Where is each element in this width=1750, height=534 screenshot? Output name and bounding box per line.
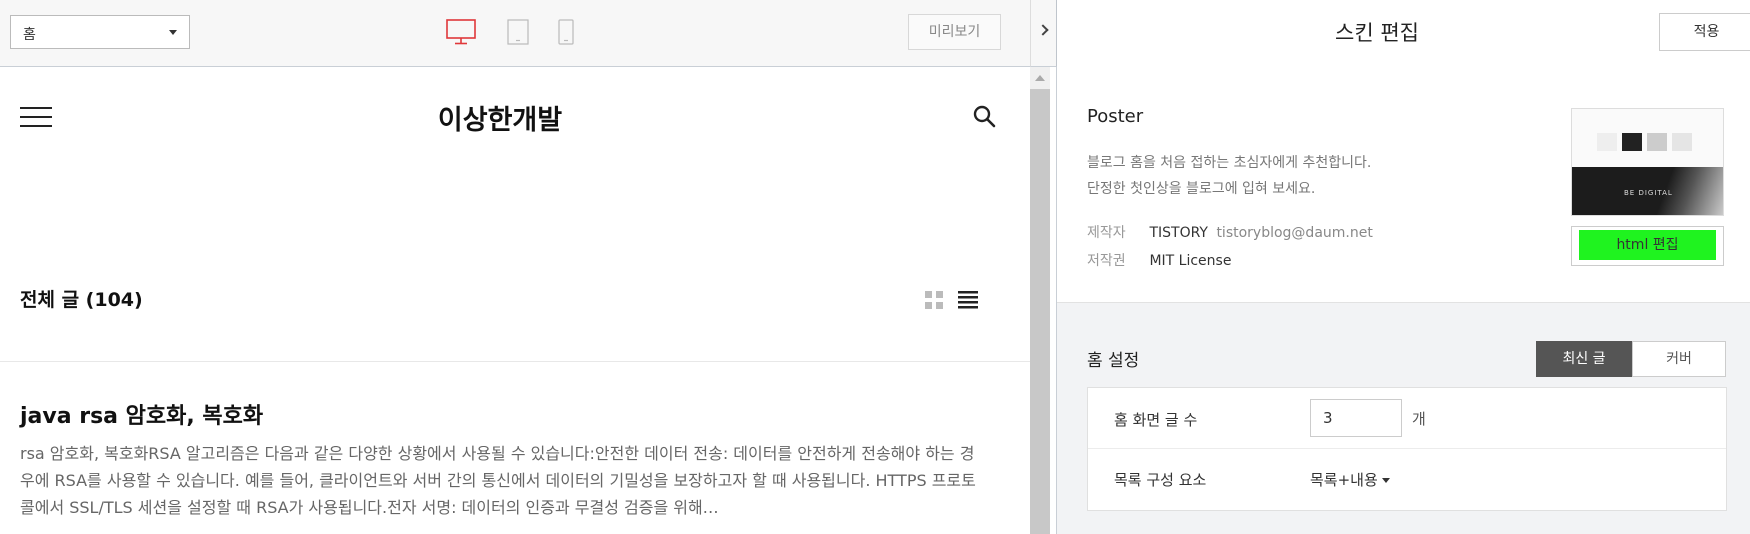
grid-view-icon[interactable] bbox=[925, 291, 943, 309]
desktop-icon[interactable] bbox=[446, 19, 476, 45]
skin-editor-panel: 스킨 편집 적용 Poster 블로그 홈을 처음 접하는 초심자에게 추천합니… bbox=[1057, 0, 1750, 534]
arrow-up-icon bbox=[1035, 75, 1045, 81]
license-label: 저작권 bbox=[1087, 253, 1126, 269]
skin-thumbnail: BE DIGITAL bbox=[1571, 108, 1724, 216]
post-count-input[interactable] bbox=[1310, 399, 1402, 437]
scrollbar[interactable] bbox=[1030, 67, 1050, 534]
blog-title[interactable]: 이상한개발 bbox=[0, 98, 1000, 137]
maker-label: 제작자 bbox=[1087, 225, 1126, 241]
editor-header: 스킨 편집 적용 bbox=[1057, 0, 1750, 60]
editor-title: 스킨 편집 bbox=[1335, 21, 1419, 45]
post-excerpt[interactable]: rsa 암호화, 복호화RSA 알고리즘은 다음과 같은 다양한 상황에서 사용… bbox=[20, 440, 980, 521]
preview-button[interactable]: 미리보기 bbox=[908, 14, 1001, 50]
post-title[interactable]: java rsa 암호화, 복호화 bbox=[20, 398, 263, 430]
page-select[interactable]: 홈 bbox=[10, 15, 190, 49]
preview-toolbar: 홈 미리보기 bbox=[0, 0, 1030, 67]
html-edit-button[interactable]: html 편집 bbox=[1579, 230, 1716, 260]
collapse-panel-button[interactable] bbox=[1030, 0, 1057, 67]
tab-latest-posts[interactable]: 최신 글 bbox=[1536, 341, 1632, 377]
chevron-down-icon bbox=[169, 30, 177, 35]
list-components-label: 목록 구성 요소 bbox=[1114, 471, 1207, 489]
skin-description: 블로그 홈을 처음 접하는 초심자에게 추천합니다. 단정한 첫인상을 블로그에… bbox=[1087, 150, 1371, 202]
tablet-icon[interactable] bbox=[507, 19, 529, 45]
chevron-right-icon bbox=[1037, 24, 1049, 36]
skin-license: 저작권 MIT License bbox=[1087, 250, 1231, 270]
apply-button[interactable]: 적용 bbox=[1659, 13, 1750, 51]
post-count-label: 홈 화면 글 수 bbox=[1114, 411, 1198, 429]
home-settings-title: 홈 설정 bbox=[1087, 351, 1140, 371]
skin-name: Poster bbox=[1087, 106, 1144, 127]
divider bbox=[0, 361, 1030, 362]
all-posts-heading: 전체 글 (104) bbox=[20, 289, 143, 311]
skin-maker: 제작자 TISTORY tistoryblog@daum.net bbox=[1087, 222, 1373, 242]
search-icon[interactable] bbox=[972, 104, 996, 128]
skin-desc-line: 단정한 첫인상을 블로그에 입혀 보세요. bbox=[1087, 181, 1316, 197]
html-edit-container: html 편집 bbox=[1571, 226, 1724, 266]
thumbnail-caption: BE DIGITAL bbox=[1624, 189, 1673, 197]
chevron-down-icon bbox=[1381, 478, 1390, 483]
mobile-icon[interactable] bbox=[558, 19, 574, 45]
row-divider bbox=[1088, 448, 1726, 449]
maker-email: tistoryblog@daum.net bbox=[1216, 225, 1373, 241]
list-components-value: 목록+내용 bbox=[1310, 471, 1378, 489]
preview-pane: 홈 미리보기 이상한개발 전체 글 (104) java rsa 암호화, 복호… bbox=[0, 0, 1030, 534]
scroll-up-button[interactable] bbox=[1030, 67, 1050, 89]
page-select-value: 홈 bbox=[23, 27, 36, 43]
skin-desc-line: 블로그 홈을 처음 접하는 초심자에게 추천합니다. bbox=[1087, 155, 1372, 171]
post-count-unit: 개 bbox=[1412, 410, 1426, 428]
license-value: MIT License bbox=[1149, 253, 1232, 269]
list-components-select[interactable]: 목록+내용 bbox=[1310, 469, 1390, 490]
tab-cover[interactable]: 커버 bbox=[1632, 341, 1726, 377]
home-settings-box: 홈 화면 글 수 개 목록 구성 요소 목록+내용 bbox=[1087, 387, 1727, 511]
maker-name: TISTORY bbox=[1149, 225, 1208, 241]
list-view-icon[interactable] bbox=[958, 291, 978, 309]
